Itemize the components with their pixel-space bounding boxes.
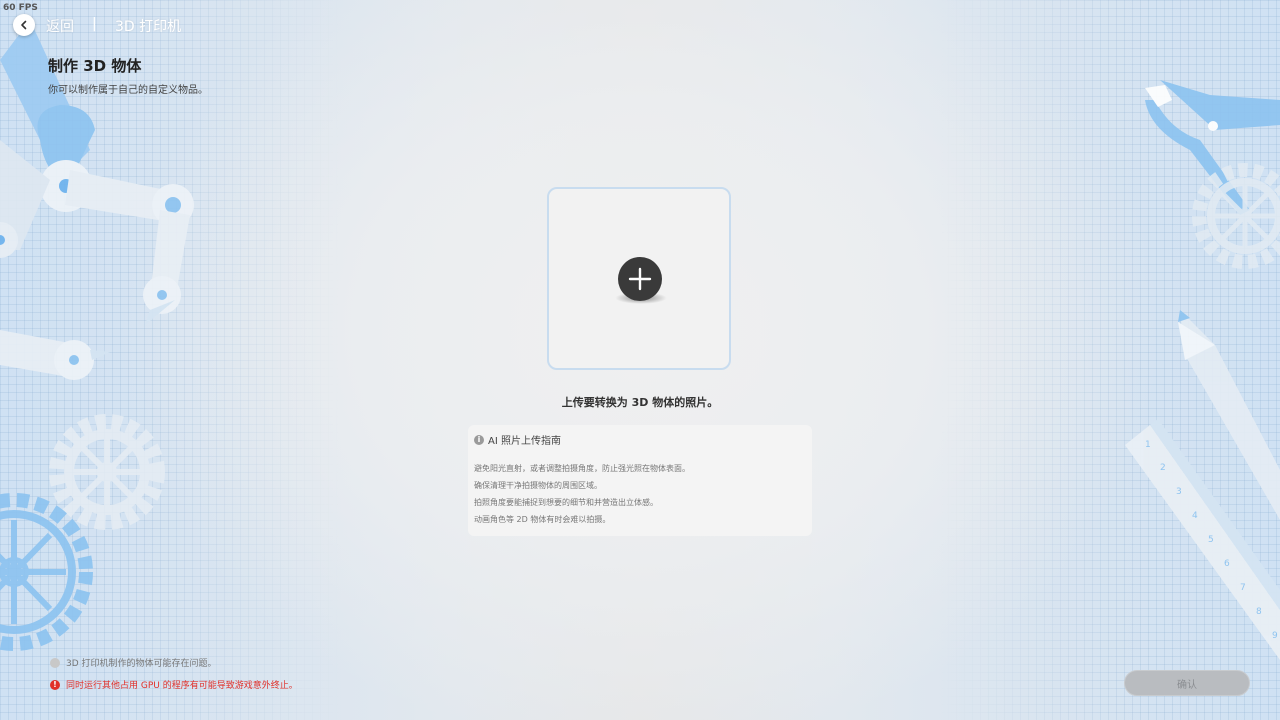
guide-item: 确保清理干净拍摄物体的周围区域。 [474,481,602,490]
svg-text:1: 1 [1145,440,1151,450]
guide-title: AI 照片上传指南 [488,436,561,447]
guide-item: 动画角色等 2D 物体有时会难以拍摄。 [474,515,611,524]
svg-text:6: 6 [1224,559,1230,569]
svg-text:9: 9 [1272,631,1278,641]
guide-item: 拍照角度要能捕捉到想要的细节和并营造出立体感。 [474,498,658,507]
chevron-left-icon [21,20,27,30]
plus-icon [628,267,652,291]
gpu-warning: ! 同时运行其他占用 GPU 的程序有可能导致游戏意外终止。 [50,678,298,691]
gear-illustration-right [1192,163,1280,269]
page-subtitle: 你可以制作属于自己的自定义物品。 [48,85,208,96]
page-title: 制作 3D 物体 [48,57,142,75]
svg-text:7: 7 [1240,583,1246,593]
guide-list: 避免阳光直射，或者调整拍摄角度，防止强光照在物体表面。 确保清理干净拍摄物体的周… [474,460,806,528]
info-icon: i [474,434,484,445]
gear-illustration-left-large [0,493,93,651]
confirm-button[interactable]: 确认 [1124,670,1250,696]
add-photo-button[interactable] [618,257,662,301]
print-quality-notice-text: 3D 打印机制作的物体可能存在问题。 [66,659,217,669]
guide-header: i AI 照片上传指南 [474,432,806,447]
alert-icon: ! [50,679,60,690]
upload-guide-card: i AI 照片上传指南 避免阳光直射，或者调整拍摄角度，防止强光照在物体表面。 … [468,425,812,536]
svg-text:8: 8 [1256,607,1262,617]
upload-caption: 上传要转换为 3D 物体的照片。 [561,396,719,409]
back-label[interactable]: 返回 [46,16,74,36]
fps-counter: 60 FPS [3,3,38,13]
gpu-warning-text: 同时运行其他占用 GPU 的程序有可能导致游戏意外终止。 [66,681,298,691]
svg-text:2: 2 [1160,463,1166,473]
status-dot-icon [50,657,60,668]
back-button[interactable] [13,14,35,36]
breadcrumb-current: 3D 打印机 [115,19,182,35]
gear-illustration-left-small [49,414,165,530]
svg-text:4: 4 [1192,511,1198,521]
breadcrumb-separator: | [92,16,97,32]
guide-item: 避免阳光直射，或者调整拍摄角度，防止强光照在物体表面。 [474,464,690,473]
svg-text:5: 5 [1208,535,1214,545]
pliers-illustration [1145,80,1280,215]
svg-text:3: 3 [1176,487,1182,497]
print-quality-notice: 3D 打印机制作的物体可能存在问题。 [50,656,217,669]
